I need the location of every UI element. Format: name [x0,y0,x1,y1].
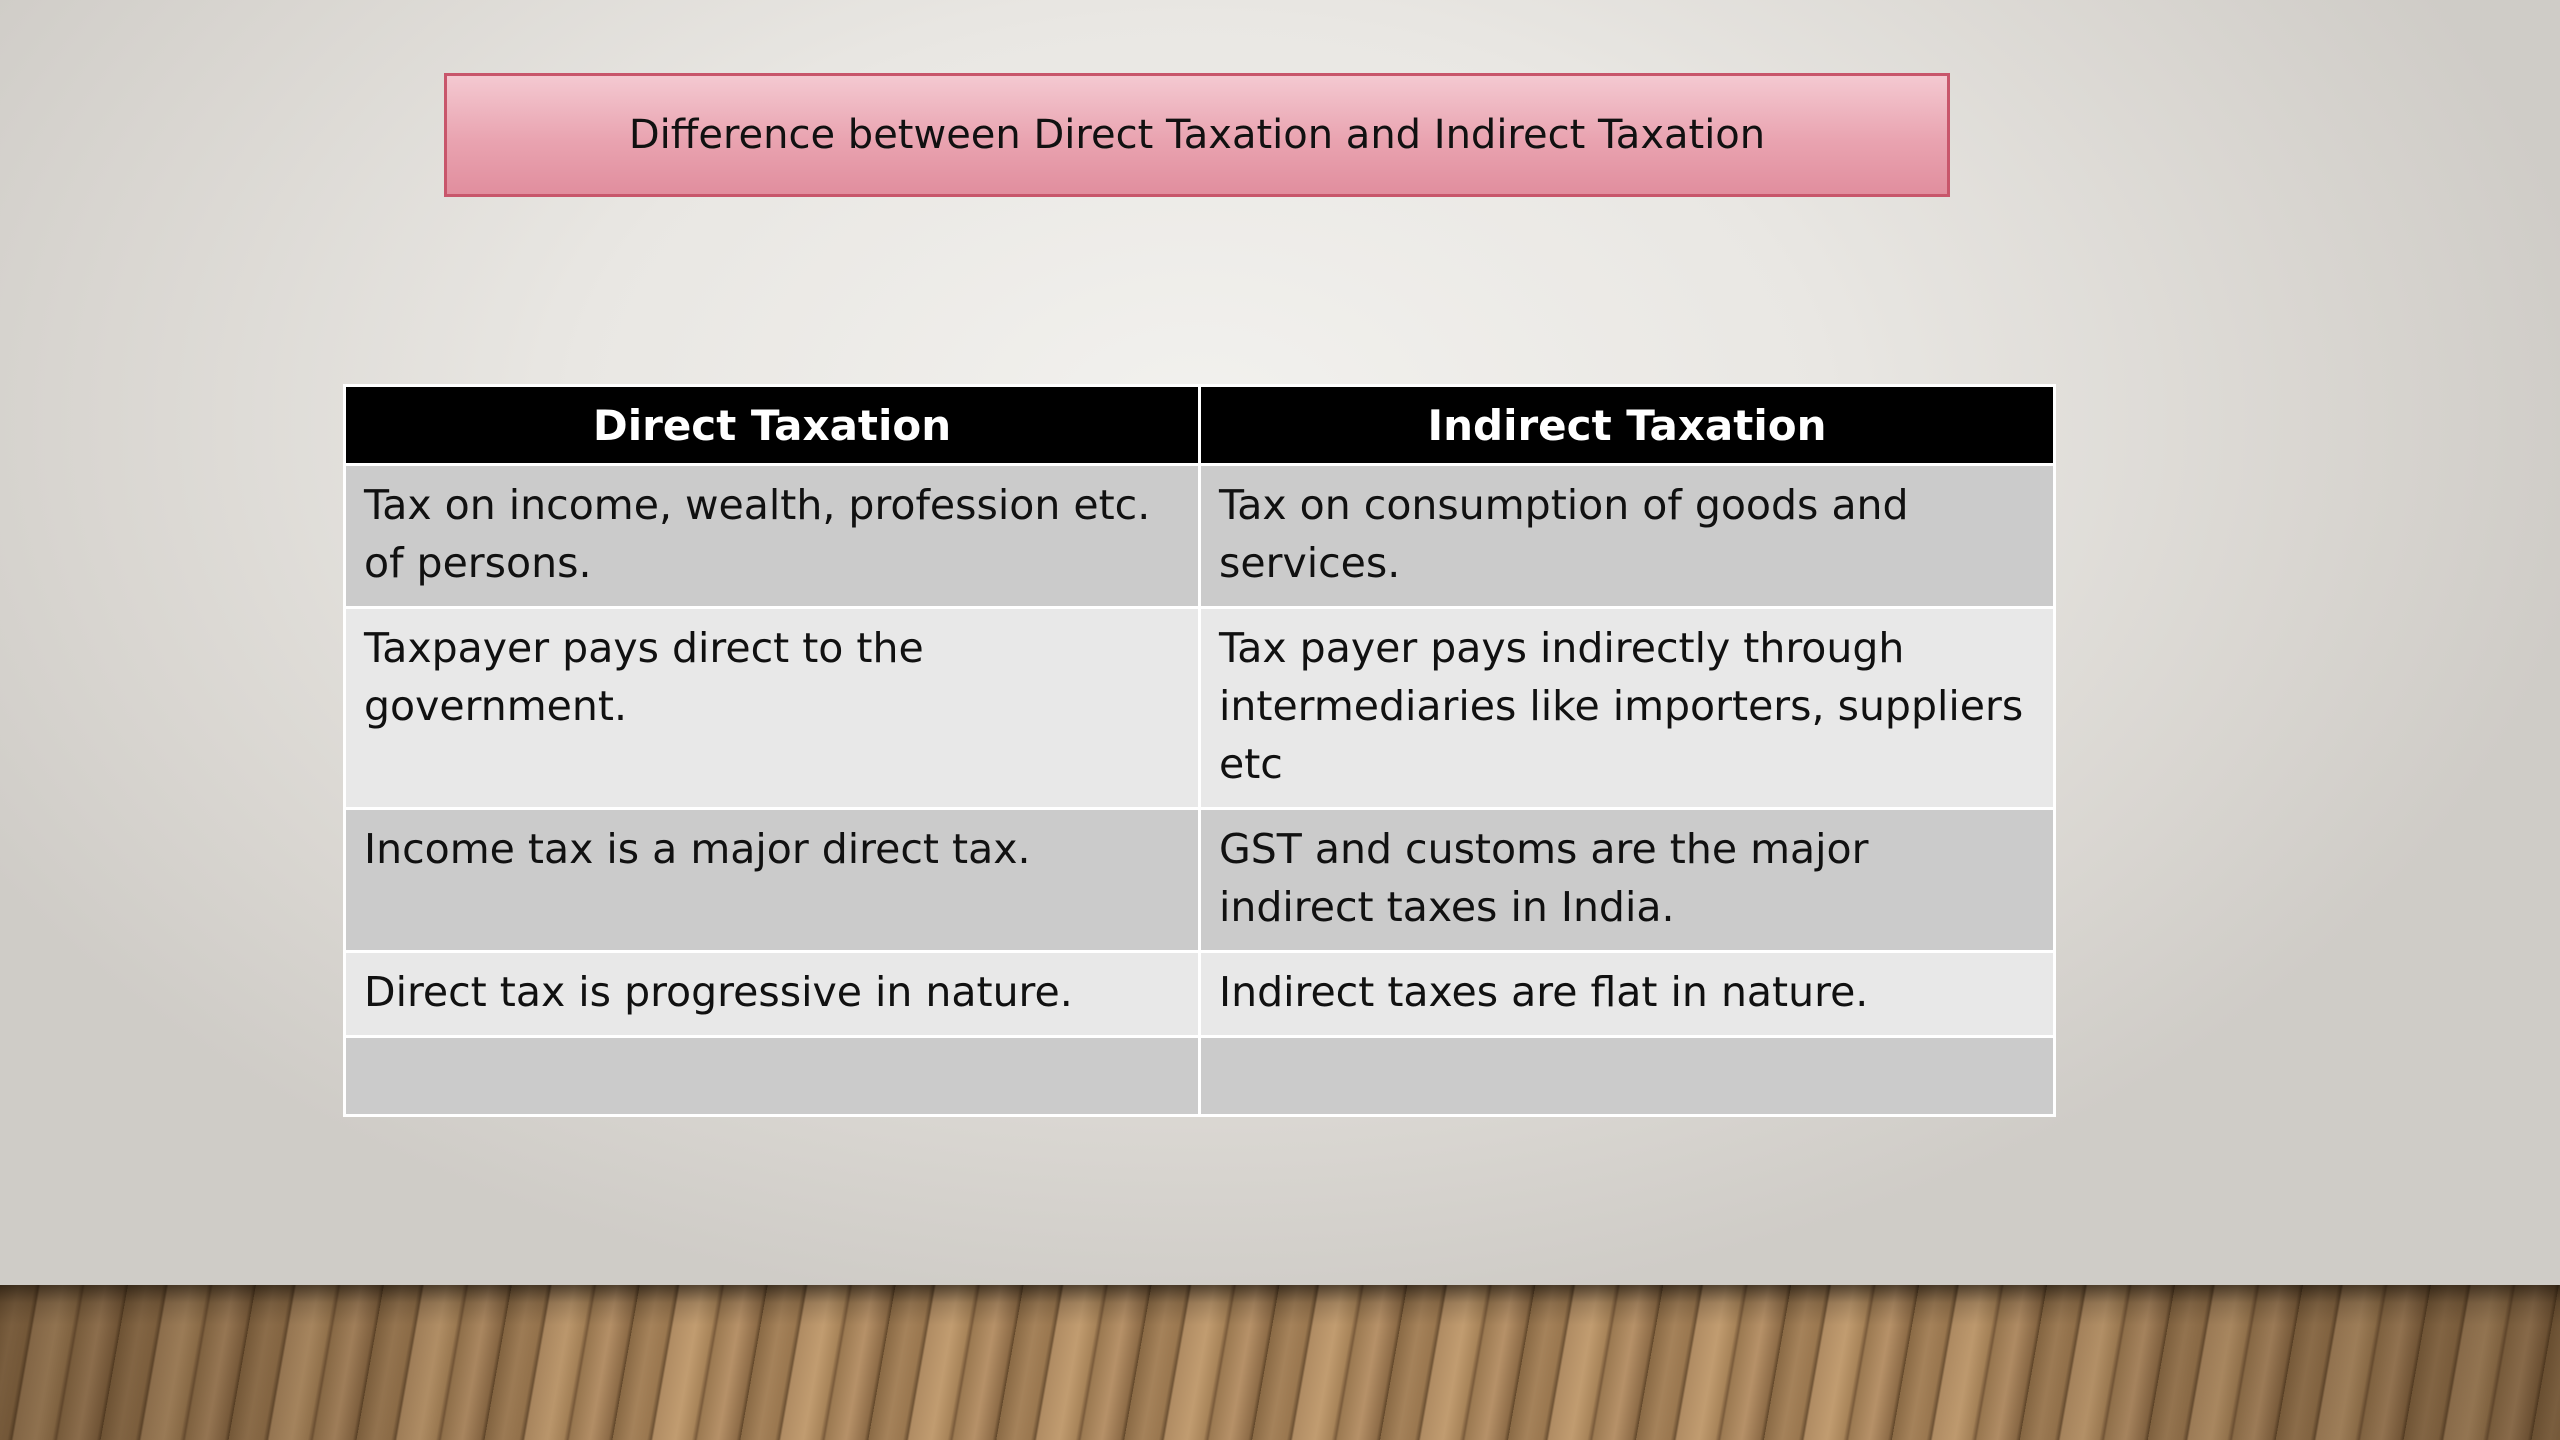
header-direct-taxation: Direct Taxation [343,384,1201,466]
table-header-row: Direct Taxation Indirect Taxation [343,384,2056,466]
table-cell: Tax on income, wealth, profession etc. o… [343,463,1201,609]
wooden-floor [0,1285,2560,1440]
table-row: Taxpayer pays direct to the government. … [343,606,2056,810]
slide: Difference between Direct Taxation and I… [0,0,2560,1440]
table-cell: Tax payer pays indirectly through interm… [1198,606,2056,810]
header-indirect-taxation: Indirect Taxation [1198,384,2056,466]
table-cell: Direct tax is progressive in nature. [343,950,1201,1038]
table-cell: Tax on consumption of goods and services… [1198,463,2056,609]
table-row: Tax on income, wealth, profession etc. o… [343,463,2056,609]
table-cell: Income tax is a major direct tax. [343,807,1201,953]
table-cell: GST and customs are the major indirect t… [1198,807,2056,953]
table-row-empty [343,1035,2056,1117]
comparison-table: Direct Taxation Indirect Taxation Tax on… [343,384,2056,1117]
slide-title: Difference between Direct Taxation and I… [628,112,1766,158]
table-cell: Taxpayer pays direct to the government. [343,606,1201,810]
table-cell-empty [343,1035,1201,1117]
table-row: Income tax is a major direct tax. GST an… [343,807,2056,953]
table-row: Direct tax is progressive in nature. Ind… [343,950,2056,1038]
title-banner: Difference between Direct Taxation and I… [444,73,1950,197]
table-cell-empty [1198,1035,2056,1117]
table-cell: Indirect taxes are flat in nature. [1198,950,2056,1038]
